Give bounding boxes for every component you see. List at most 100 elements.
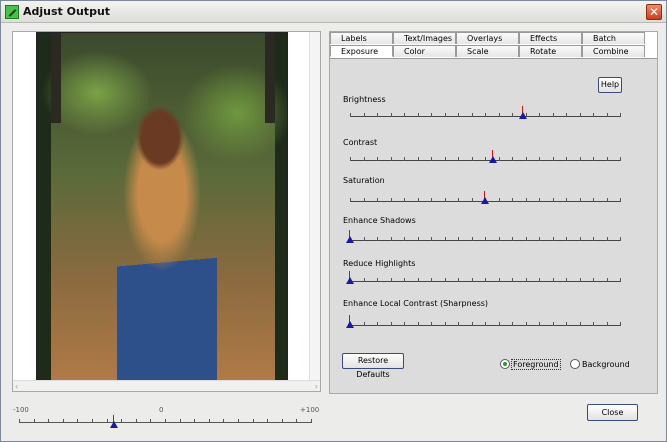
zoom-tick [238,419,239,423]
slider-tick [593,237,594,241]
slider-tick [377,113,378,117]
zoom-tick [208,419,210,423]
slider-tick [620,322,621,326]
tab-rotate[interactable]: Rotate [519,45,582,57]
zoom-tick [165,419,166,423]
tab-combine[interactable]: Combine [582,45,645,57]
zoom-tick [77,419,79,423]
slider-tick [444,157,446,161]
tab-labels[interactable]: Labels [330,32,393,44]
slider-thumb[interactable] [518,106,527,120]
tab-color[interactable]: Color [393,45,456,57]
zoom-tick [296,419,298,423]
tab-batch[interactable]: Batch [582,32,645,44]
slider-tick [363,113,365,117]
slider-tick [485,278,486,282]
slider-tick [512,198,513,202]
slider-tick [539,237,540,241]
slider-tick [606,113,608,117]
zoom-tick [150,419,152,423]
slider-tick [417,237,419,241]
slider-tick [390,278,392,282]
slider-tick [444,278,446,282]
slider-tick [525,237,527,241]
zoom-tick [62,419,64,423]
restore-defaults-button[interactable]: Restore Defaults [342,353,404,379]
enhance-shadows-slider[interactable] [346,230,621,248]
scroll-right-icon[interactable]: › [315,382,318,391]
slider-thumb[interactable] [346,271,354,285]
slider-tick [498,157,500,161]
slider-tick [539,113,540,117]
slider-tick [458,237,459,241]
background-radio-label[interactable]: Background [582,360,630,369]
scroll-left-icon[interactable]: ‹ [15,382,18,391]
tab-overlays[interactable]: Overlays [456,32,519,44]
zoom-slider[interactable]: -100 0 +100 [13,406,320,434]
slider-tick [377,198,378,202]
slider-tick [606,157,608,161]
slider-tick [579,322,581,326]
slider-tick [390,322,392,326]
close-icon[interactable]: ✕ [646,4,662,20]
slider-thumb[interactable] [346,315,354,329]
slider-thumb[interactable] [481,191,489,205]
slider-tick [552,113,554,117]
local-contrast-slider[interactable] [346,315,621,333]
slider-tick [525,278,527,282]
tab-exposure[interactable]: Exposure [330,45,393,57]
slider-tick [552,278,554,282]
close-button[interactable]: Close [587,404,638,421]
slider-tick [458,322,459,326]
zoom-tick [281,419,283,423]
slider-tick [377,278,378,282]
contrast-slider[interactable] [350,150,621,168]
slider-tick [512,278,513,282]
zoom-thumb[interactable] [109,415,118,429]
slider-thumb[interactable] [346,230,354,244]
tab-scale[interactable]: Scale [456,45,519,57]
slider-tick [579,237,581,241]
slider-tick [566,278,567,282]
adjust-output-window: Adjust Output ✕ ‹ › -100 0 +100 Labels T… [0,0,667,442]
slider-tick [431,113,432,117]
background-radio[interactable] [570,359,580,369]
foreground-radio[interactable] [500,359,510,369]
tab-text-images[interactable]: Text/Images [393,32,456,44]
zoom-max-label: +100 [300,406,320,414]
zoom-tick [179,419,181,423]
zoom-tick [33,419,35,423]
zoom-min-label: -100 [13,406,29,414]
slider-tick [566,237,567,241]
slider-tick [404,113,405,117]
slider-tick [431,322,432,326]
slider-tick [471,237,473,241]
slider-tick [471,157,473,161]
slider-tick [566,113,567,117]
slider-tick [620,237,621,241]
slider-tick [417,198,419,202]
slider-tick [390,113,392,117]
slider-tick [620,113,621,117]
brightness-slider[interactable] [350,106,621,124]
foreground-radio-label[interactable]: Foreground [511,359,561,370]
zoom-tick [252,419,254,423]
photo-arch [51,33,275,123]
slider-tick [431,237,432,241]
slider-tick [417,113,419,117]
slider-thumb[interactable] [489,150,498,164]
horizontal-scrollbar[interactable]: ‹ › [13,380,320,391]
reduce-highlights-slider[interactable] [346,271,621,289]
vertical-scrollbar[interactable] [309,32,320,382]
app-icon [5,5,19,19]
slider-tick [498,322,500,326]
saturation-slider[interactable] [350,191,621,209]
tab-effects[interactable]: Effects [519,32,582,44]
slider-tick [363,157,365,161]
local-contrast-label: Enhance Local Contrast (Sharpness) [343,299,489,308]
slider-tick [606,237,608,241]
zoom-tick [106,419,108,423]
slider-tick [363,198,365,202]
slider-tick [404,322,405,326]
help-button[interactable]: Help [598,77,622,93]
